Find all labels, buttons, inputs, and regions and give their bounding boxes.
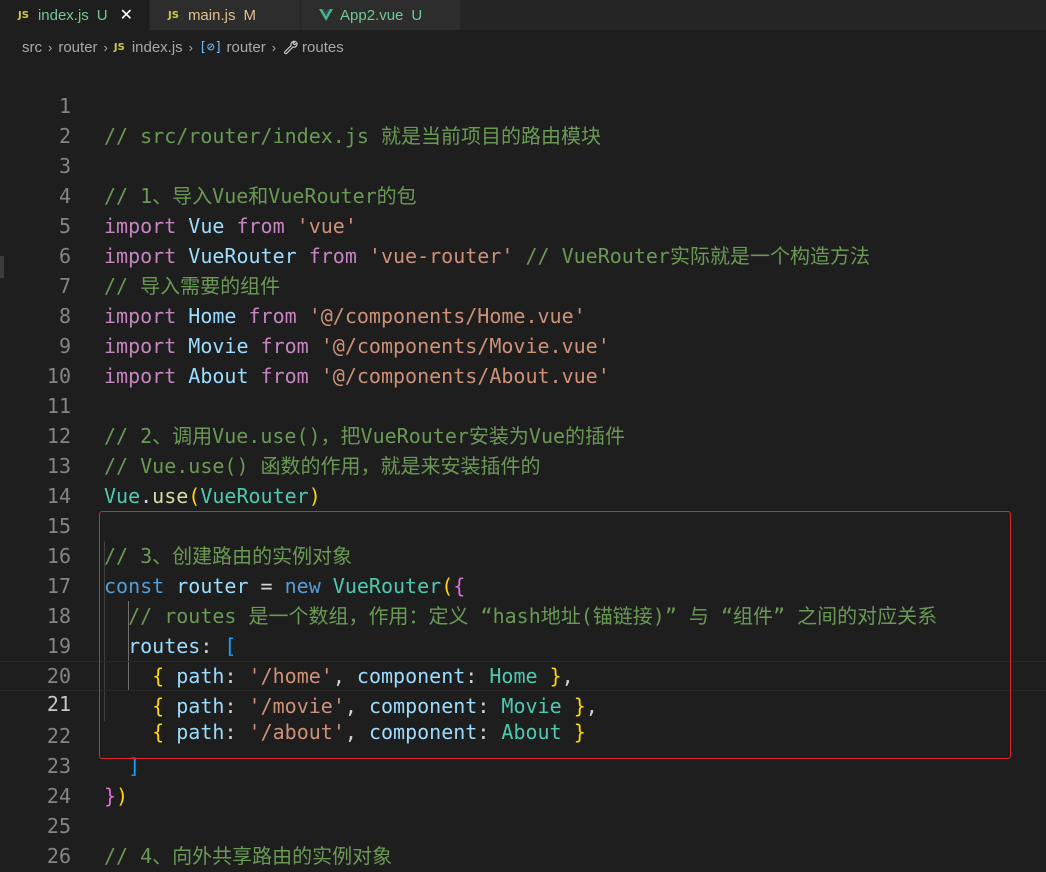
tab-app2-vue[interactable]: App2.vue U xyxy=(301,0,461,30)
code-line-4: 4 import Vue from 'vue' xyxy=(0,151,1046,238)
tab-label: App2.vue xyxy=(340,6,404,24)
chevron-right-icon: › xyxy=(48,39,53,55)
tab-label: index.js xyxy=(37,6,89,24)
editor-tab-bar: JS index.js U ✕ JS main.js M App2.vue U xyxy=(0,0,1046,30)
code-editor[interactable]: 1 // src/router/index.js 就是当前项目的路由模块 2 3… xyxy=(0,61,1046,872)
code-line-12: 12 // Vue.use() 函数的作用，就是来安装插件的 xyxy=(0,391,1046,478)
code-line-10: 10 xyxy=(0,331,1046,388)
code-line-19: 19 { path: '/home', component: Home }, xyxy=(0,601,1046,688)
git-modified-badge: M xyxy=(243,6,256,24)
code-line-9: 9 import About from '@/components/About.… xyxy=(0,301,1046,388)
breadcrumb-item-src[interactable]: src xyxy=(22,39,42,56)
breadcrumb-item-routes[interactable]: routes xyxy=(282,39,344,56)
breadcrumb-item-router-variable[interactable]: [⊘] router xyxy=(199,39,266,56)
breadcrumb: src › router › JS index.js › [⊘] router … xyxy=(0,30,1046,64)
vscode-window: JS index.js U ✕ JS main.js M App2.vue U … xyxy=(0,0,1046,872)
code-line-1: 1 // src/router/index.js 就是当前项目的路由模块 xyxy=(0,61,1046,148)
breadcrumb-item-router-folder[interactable]: router xyxy=(58,39,97,56)
code-line-25: 25 // 4、向外共享路由的实例对象 xyxy=(0,781,1046,868)
code-line-20: 20 { path: '/movie', component: Movie }, xyxy=(0,631,1046,718)
code-line-8: 8 import Movie from '@/components/Movie.… xyxy=(0,271,1046,358)
chevron-right-icon: › xyxy=(271,39,277,55)
code-line-15: 15 // 3、创建路由的实例对象 xyxy=(0,481,1046,568)
vue-file-icon xyxy=(319,9,333,21)
git-untracked-badge: U xyxy=(96,6,108,24)
code-line-2: 2 xyxy=(0,91,1046,148)
code-line-6: 6 // 导入需要的组件 xyxy=(0,211,1046,298)
code-line-18: 18 routes: [ xyxy=(0,571,1046,658)
code-line-16: 16 const router = new VueRouter({ xyxy=(0,511,1046,598)
code-line-13: 13 Vue.use(VueRouter) xyxy=(0,421,1046,508)
code-line-26: 26 export default router xyxy=(0,811,1046,868)
code-line-24: 24 xyxy=(0,751,1046,808)
git-untracked-badge: U xyxy=(411,6,423,24)
tab-index-js[interactable]: JS index.js U ✕ xyxy=(0,0,150,30)
tab-main-js[interactable]: JS main.js M xyxy=(150,0,301,30)
javascript-file-icon: JS xyxy=(18,9,29,21)
chevron-right-icon: › xyxy=(188,39,194,55)
breadcrumb-item-index-js[interactable]: JS index.js xyxy=(114,39,183,56)
chevron-right-icon: › xyxy=(103,39,108,55)
code-line-22: 22 ] xyxy=(0,691,1046,778)
code-line-7: 7 import Home from '@/components/Home.vu… xyxy=(0,241,1046,328)
code-line-5: 5 import VueRouter from 'vue-router' // … xyxy=(0,181,1046,268)
javascript-file-icon: JS xyxy=(168,9,179,21)
code-line-21-current: 21 { path: '/about', component: About } xyxy=(0,661,1046,744)
variable-symbol-icon: [⊘] xyxy=(199,39,223,55)
code-line-3: 3 // 1、导入Vue和VueRouter的包 xyxy=(0,121,1046,208)
code-line-23: 23 }) xyxy=(0,721,1046,808)
tab-label: main.js xyxy=(187,6,236,24)
close-icon[interactable]: ✕ xyxy=(120,5,133,25)
code-line-17: 17 // routes 是一个数组，作用：定义 “hash地址(锚链接)” 与… xyxy=(0,541,1046,628)
code-line-14: 14 xyxy=(0,451,1046,508)
wrench-property-icon xyxy=(284,40,298,55)
code-line-27: 27 xyxy=(0,841,1046,871)
code-line-11: 11 // 2、调用Vue.use()，把VueRouter安装为Vue的插件 xyxy=(0,361,1046,448)
javascript-file-icon: JS xyxy=(113,41,125,53)
